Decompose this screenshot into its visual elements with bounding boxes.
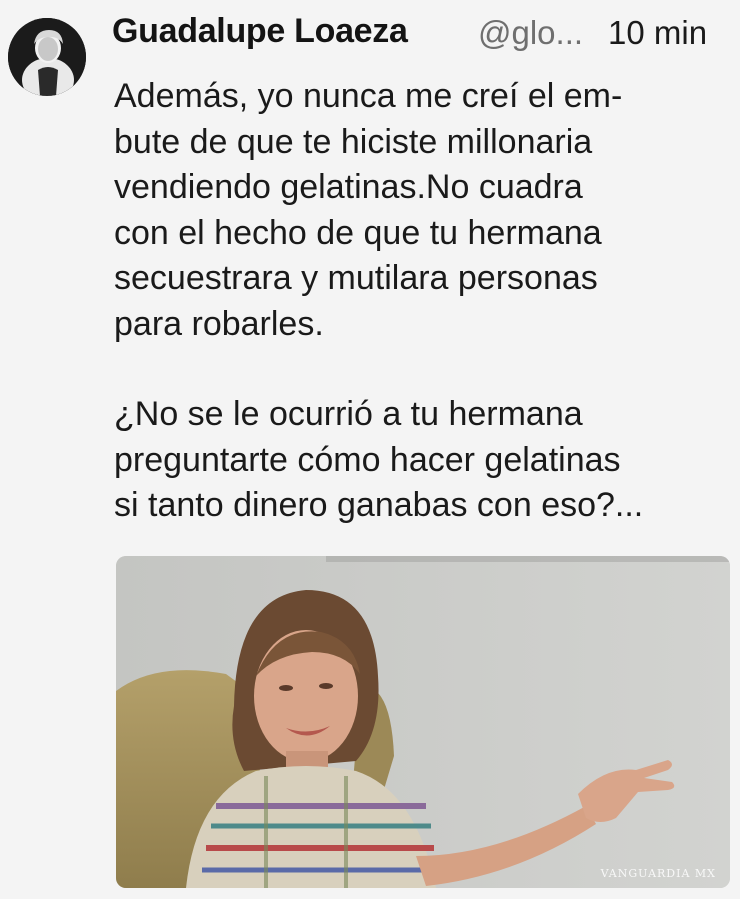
author-handle[interactable]: @glo...	[478, 14, 583, 52]
tweet-paragraph: ¿No se le ocurrió a tu hermana preguntar…	[114, 395, 644, 524]
photo-watermark: VANGUARDIA MX	[600, 867, 716, 880]
author-avatar[interactable]	[8, 18, 86, 96]
photo-woman-gesturing-image	[116, 556, 730, 888]
avatar-portrait-icon	[8, 18, 86, 96]
author-name[interactable]: Guadalupe Loaeza	[112, 12, 408, 51]
tweet-header: Guadalupe Loaeza @glo... 10 min	[112, 10, 732, 56]
tweet-timestamp[interactable]: 10 min	[608, 14, 707, 52]
tweet-body: Además, yo nunca me creí el em- bute de …	[114, 74, 724, 529]
tweet-paragraph: Además, yo nunca me creí el em- bute de …	[114, 77, 623, 343]
tweet-media-photo[interactable]: VANGUARDIA MX	[116, 556, 730, 888]
